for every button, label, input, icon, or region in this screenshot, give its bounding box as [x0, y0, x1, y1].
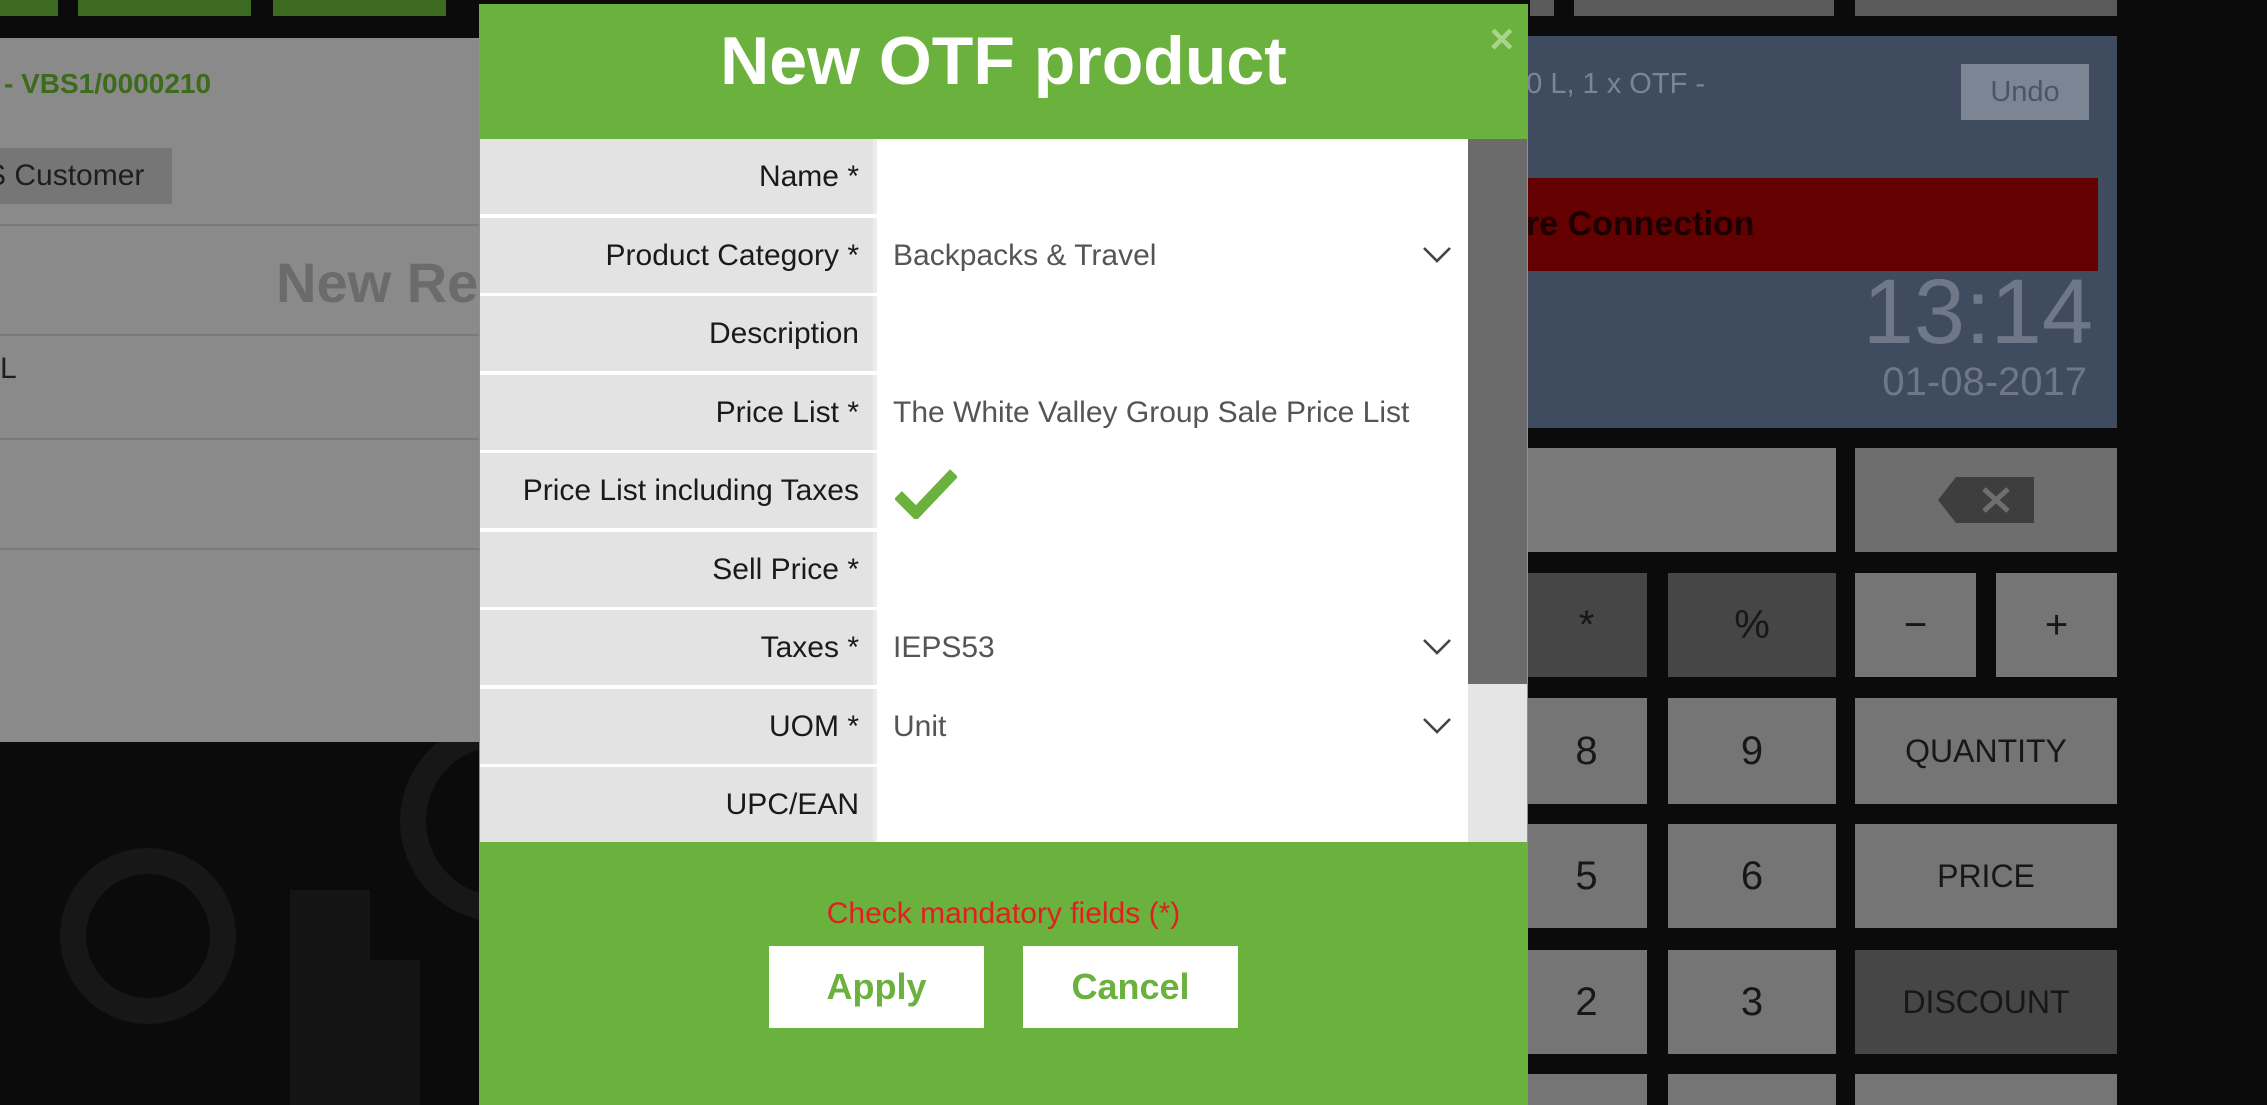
- key-percent[interactable]: %: [1668, 573, 1836, 677]
- field-label: Price List *: [480, 374, 873, 450]
- key-decimal[interactable]: [1668, 1074, 1836, 1105]
- connection-status-bar: re Connection: [1526, 178, 2098, 271]
- checkmark-icon: [895, 469, 957, 519]
- taxes-select[interactable]: IEPS53: [877, 610, 1468, 685]
- cancel-button[interactable]: Cancel: [1023, 946, 1238, 1028]
- top-tab[interactable]: [1855, 0, 2117, 16]
- field-label: UPC/EAN: [480, 767, 873, 842]
- chevron-down-icon: [1423, 246, 1451, 263]
- form-row-sell-price: Sell Price *: [480, 531, 1468, 607]
- ticket-id: - VBS1/0000210: [4, 68, 212, 99]
- top-tab[interactable]: [1530, 0, 1554, 16]
- form-row-name: Name *: [480, 139, 1468, 214]
- top-tab[interactable]: [0, 0, 58, 16]
- close-icon[interactable]: ×: [1489, 18, 1514, 60]
- apply-button[interactable]: Apply: [769, 946, 984, 1028]
- key-3[interactable]: 3: [1668, 950, 1836, 1054]
- receipt-line[interactable]: L: [0, 352, 17, 386]
- new-otf-product-dialog: New OTF product × Name * Product Categor…: [479, 4, 1528, 1105]
- key-9[interactable]: 9: [1668, 698, 1836, 804]
- form-row-category: Product Category * Backpacks & Travel: [480, 217, 1468, 293]
- uom-select[interactable]: Unit: [877, 688, 1468, 764]
- key-8[interactable]: 8: [1526, 698, 1647, 804]
- quantity-button[interactable]: QUANTITY: [1855, 698, 2117, 804]
- form-body: Name * Product Category * Backpacks & Tr…: [480, 139, 1527, 842]
- selected-value: Unit: [893, 709, 947, 743]
- receipt-panel: [0, 38, 480, 742]
- divider: [0, 224, 480, 226]
- receipt-title: New Re: [276, 251, 479, 314]
- key-enter[interactable]: [1855, 1074, 2117, 1105]
- key-multiply[interactable]: *: [1526, 573, 1647, 677]
- field-label: Taxes *: [480, 610, 873, 685]
- key-minus[interactable]: −: [1855, 573, 1976, 677]
- keypad-display: [1526, 448, 1836, 552]
- key-2[interactable]: 2: [1526, 950, 1647, 1054]
- field-label: Description: [480, 296, 873, 371]
- top-tab[interactable]: [273, 0, 446, 16]
- selected-value: IEPS53: [893, 631, 995, 664]
- divider: [0, 438, 480, 440]
- field-label: Name *: [480, 139, 873, 214]
- scrollbar-thumb[interactable]: [1468, 139, 1527, 684]
- form-row-taxes: Taxes * IEPS53: [480, 610, 1468, 685]
- chevron-down-icon: [1423, 639, 1451, 655]
- field-label: Price List including Taxes: [480, 453, 873, 528]
- customer-button[interactable]: S Customer: [0, 148, 172, 204]
- divider: [0, 548, 480, 550]
- upc-ean-input[interactable]: [877, 767, 1468, 842]
- selected-value: Backpacks & Travel: [893, 238, 1157, 272]
- clock-time: 13:14: [1862, 261, 2093, 363]
- key-plus[interactable]: +: [1996, 573, 2117, 677]
- divider: [0, 334, 480, 336]
- order-summary: 70 L, 1 x OTF -: [1510, 68, 1705, 100]
- key-0[interactable]: [1526, 1074, 1647, 1105]
- form-row-uom: UOM * Unit: [480, 688, 1468, 764]
- form-rows: Name * Product Category * Backpacks & Tr…: [480, 139, 1468, 842]
- form-row-upc: UPC/EAN: [480, 767, 1468, 842]
- validation-message: Check mandatory fields (*): [826, 897, 1181, 930]
- price-list-field: The White Valley Group Sale Price List: [877, 374, 1468, 450]
- top-tab[interactable]: [78, 0, 251, 16]
- discount-button[interactable]: DISCOUNT: [1855, 950, 2117, 1054]
- undo-button[interactable]: Undo: [1961, 64, 2089, 120]
- product-category-select[interactable]: Backpacks & Travel: [877, 217, 1468, 293]
- price-button[interactable]: PRICE: [1855, 824, 2117, 928]
- key-6[interactable]: 6: [1668, 824, 1836, 928]
- form-row-price-list: Price List * The White Valley Group Sale…: [480, 374, 1468, 450]
- sell-price-input[interactable]: [877, 531, 1468, 607]
- description-input[interactable]: [877, 296, 1468, 371]
- clock-date: 01-08-2017: [1882, 360, 2087, 404]
- chevron-down-icon: [1423, 717, 1451, 734]
- dialog-title: New OTF product: [720, 23, 1287, 99]
- field-label: Sell Price *: [480, 531, 873, 607]
- field-label: Product Category *: [480, 217, 873, 293]
- form-row-price-incl-taxes: Price List including Taxes: [480, 453, 1468, 528]
- name-input[interactable]: [877, 139, 1468, 214]
- form-row-description: Description: [480, 296, 1468, 371]
- backspace-button[interactable]: [1855, 448, 2117, 552]
- top-tab[interactable]: [1574, 0, 1834, 16]
- field-label: UOM *: [480, 688, 873, 764]
- key-5[interactable]: 5: [1526, 824, 1647, 928]
- backspace-icon: [1938, 477, 2034, 523]
- price-incl-taxes-checkbox[interactable]: [877, 453, 1468, 528]
